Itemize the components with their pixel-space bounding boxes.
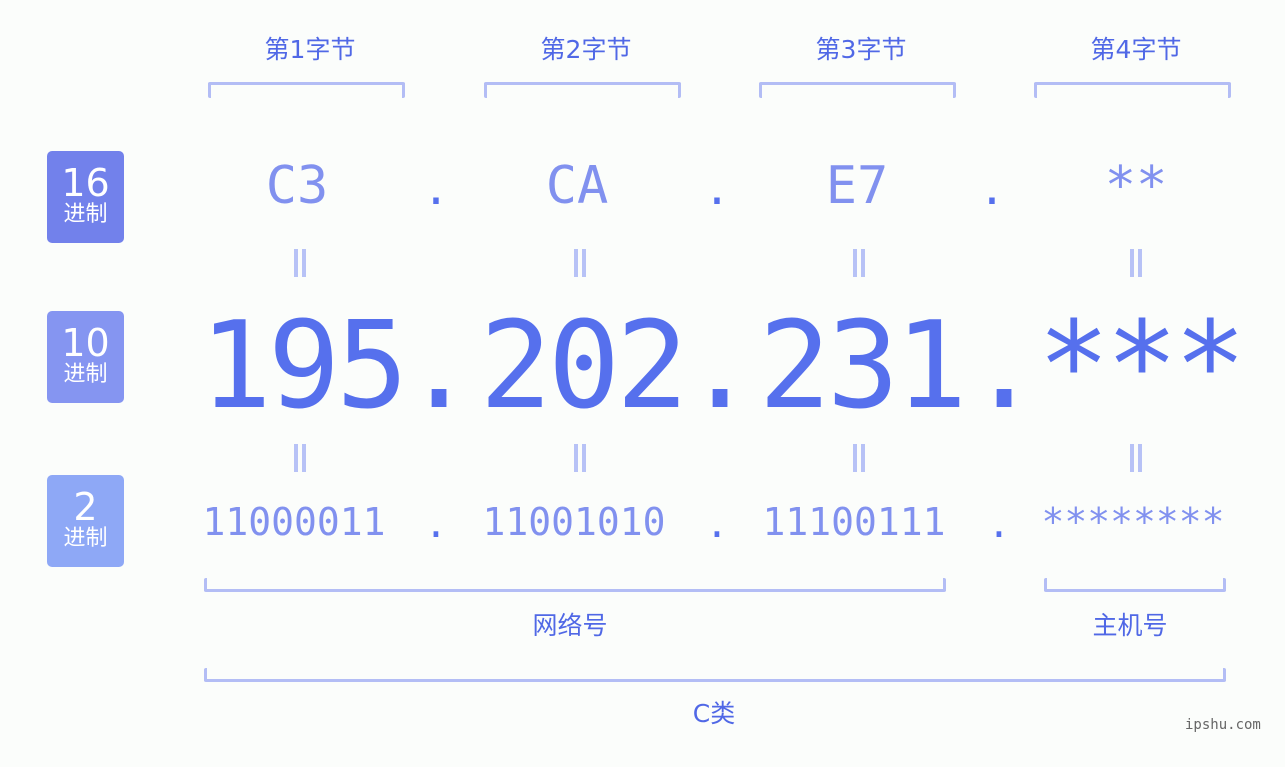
hex-byte-2: CA: [545, 156, 609, 216]
hex-byte-1: C3: [265, 156, 329, 216]
badge-bin: 2 进制: [47, 475, 124, 567]
equals-icon: [839, 246, 879, 286]
byte-bracket-2: [484, 82, 681, 98]
hex-separator-2: .: [703, 164, 731, 215]
class-bracket: [204, 668, 1226, 682]
dec-separator-3: .: [968, 297, 1041, 436]
equals-icon: [560, 246, 600, 286]
dec-byte-2: 202: [479, 297, 689, 436]
equals-icon: [1116, 246, 1156, 286]
equals-icon: [1116, 441, 1156, 481]
class-label: C类: [692, 699, 736, 728]
bin-separator-1: .: [424, 502, 448, 546]
hex-byte-3: E7: [825, 156, 889, 216]
badge-dec: 10 进制: [47, 311, 124, 403]
watermark: ipshu.com: [1185, 717, 1261, 733]
dec-separator-2: .: [684, 297, 757, 436]
host-label: 主机号: [1092, 611, 1168, 640]
bin-separator-3: .: [987, 502, 1011, 546]
badge-bin-unit: 进制: [63, 526, 108, 551]
byte-bracket-3: [759, 82, 956, 98]
bin-separator-2: .: [705, 502, 729, 546]
bin-byte-1: 11000011: [202, 500, 386, 544]
badge-bin-number: 2: [73, 485, 98, 529]
host-bracket: [1044, 578, 1226, 592]
dec-byte-1: 195: [199, 297, 409, 436]
bin-byte-2: 11001010: [482, 500, 666, 544]
dec-byte-4: ***: [1037, 297, 1247, 436]
bin-byte-4: ********: [1041, 500, 1225, 544]
byte-bracket-1: [208, 82, 405, 98]
hex-separator-1: .: [422, 164, 450, 215]
dec-byte-3: 231: [758, 297, 968, 436]
equals-icon: [839, 441, 879, 481]
dec-separator-1: .: [403, 297, 476, 436]
byte-label-1: 第1字节: [264, 35, 356, 64]
byte-label-3: 第3字节: [815, 35, 907, 64]
byte-label-4: 第4字节: [1090, 35, 1182, 64]
equals-icon: [280, 246, 320, 286]
network-label: 网络号: [532, 611, 608, 640]
badge-dec-number: 10: [61, 321, 110, 365]
byte-bracket-4: [1034, 82, 1231, 98]
byte-label-2: 第2字节: [540, 35, 632, 64]
badge-hex-number: 16: [61, 161, 110, 205]
equals-icon: [280, 441, 320, 481]
equals-icon: [560, 441, 600, 481]
hex-separator-3: .: [978, 164, 1006, 215]
hex-byte-4: **: [1104, 156, 1168, 216]
bin-byte-3: 11100111: [762, 500, 946, 544]
network-bracket: [204, 578, 946, 592]
badge-hex: 16 进制: [47, 151, 124, 243]
badge-hex-unit: 进制: [63, 202, 108, 227]
badge-dec-unit: 进制: [63, 362, 108, 387]
